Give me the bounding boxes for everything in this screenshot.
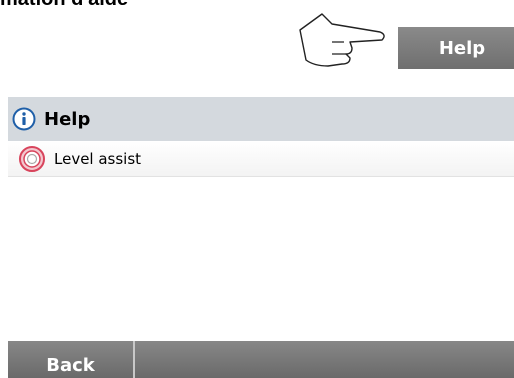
list-item-level-assist[interactable]: Level assist: [8, 141, 514, 177]
back-button[interactable]: Back: [8, 341, 135, 378]
toolbar-empty-area: [135, 341, 514, 378]
bottom-toolbar: Back: [8, 341, 514, 378]
list-item-label: Level assist: [54, 149, 142, 168]
help-button[interactable]: Help: [398, 27, 514, 69]
info-icon: [12, 107, 36, 131]
pointing-hand-icon: [299, 13, 385, 67]
help-panel-header: Help: [8, 97, 514, 141]
help-panel-title: Help: [44, 108, 91, 130]
target-icon: [19, 145, 45, 172]
document-heading: mation d'aide: [0, 0, 128, 11]
